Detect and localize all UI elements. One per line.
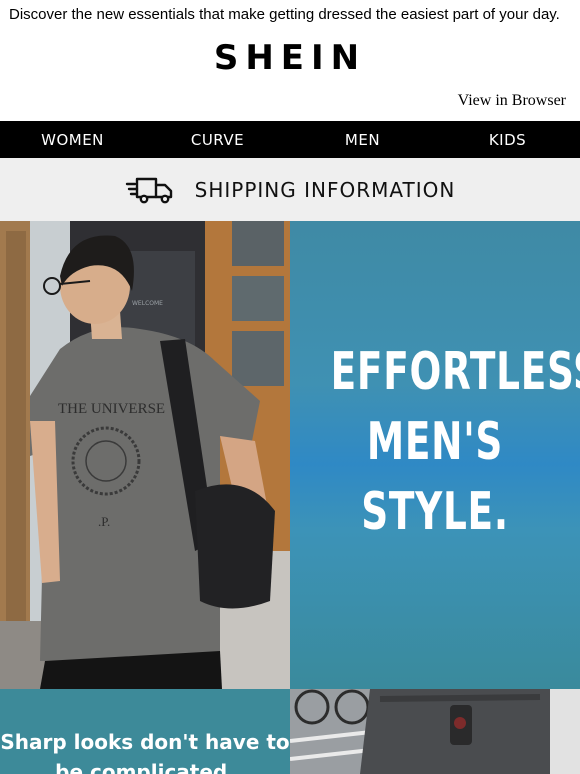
category-nav: WOMEN CURVE MEN KIDS: [0, 121, 580, 158]
hero-headline-panel[interactable]: EFFORTLESS MEN'S STYLE.: [290, 221, 580, 689]
nav-item-curve[interactable]: CURVE: [145, 131, 290, 149]
shein-logo[interactable]: SHEIN: [0, 38, 580, 78]
shipping-information-label: SHIPPING INFORMATION: [194, 177, 456, 202]
hero-headline-line-1: EFFORTLESS: [330, 342, 580, 402]
shirt-print-letter: .P.: [98, 514, 110, 529]
hero-headline: EFFORTLESS MEN'S STYLE.: [330, 337, 580, 547]
nav-item-women[interactable]: WOMEN: [0, 131, 145, 149]
hero-headline-line-3: STYLE.: [361, 482, 509, 542]
denim-product-photo[interactable]: [290, 689, 580, 774]
nav-item-kids[interactable]: KIDS: [435, 131, 580, 149]
delivery-truck-icon: [125, 177, 172, 203]
model-illustration: WELCOME THE UNIVERSE .P.: [0, 221, 290, 689]
shipping-information-banner[interactable]: SHIPPING INFORMATION: [0, 158, 580, 221]
hero-model-photo[interactable]: WELCOME THE UNIVERSE .P.: [0, 221, 290, 689]
nav-item-men[interactable]: MEN: [290, 131, 435, 149]
promo-text-panel[interactable]: Sharp looks don't have to be complicated…: [0, 689, 290, 774]
hero-headline-line-2: MEN'S: [366, 412, 504, 472]
view-in-browser-link[interactable]: View in Browser: [458, 90, 566, 112]
denim-illustration: [290, 689, 580, 774]
promo-text: Sharp looks don't have to be complicated…: [0, 730, 290, 774]
door-sign: WELCOME: [132, 300, 163, 307]
preheader-text: Discover the new essentials that make ge…: [9, 6, 560, 23]
shirt-print-text: THE UNIVERSE: [58, 401, 165, 417]
